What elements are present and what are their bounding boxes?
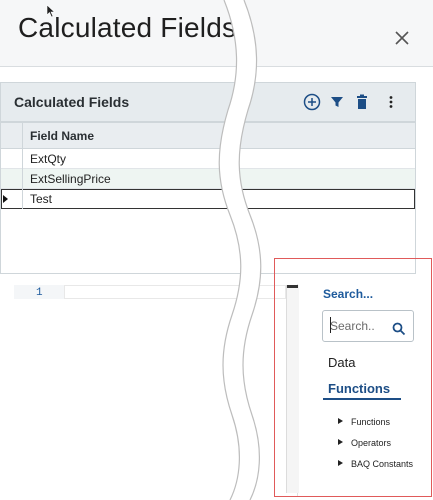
editor-scroll-thumb[interactable]	[287, 285, 298, 288]
expand-arrow-icon[interactable]	[338, 439, 343, 445]
panel-title: Calculated Fields	[14, 94, 130, 110]
tree-item-baq-constants[interactable]: BAQ Constants	[351, 459, 413, 469]
row-label: ExtQty	[30, 152, 67, 166]
row-selector[interactable]	[1, 169, 23, 189]
filter-icon[interactable]	[328, 93, 346, 111]
column-header-field-name[interactable]: Field Name	[30, 129, 94, 143]
editor-current-line[interactable]	[64, 285, 286, 299]
trash-icon[interactable]	[353, 93, 371, 111]
grid-header-selector	[1, 123, 23, 149]
tab-functions[interactable]: Functions	[328, 381, 390, 396]
close-icon[interactable]	[392, 28, 412, 48]
expand-arrow-icon[interactable]	[338, 460, 343, 466]
row-label: ExtSellingPrice	[30, 172, 111, 186]
table-row-selected[interactable]	[1, 189, 415, 209]
add-circle-icon[interactable]	[303, 93, 321, 111]
search-input[interactable]	[330, 318, 382, 334]
tab-data[interactable]: Data	[328, 355, 355, 370]
tree-item-functions[interactable]: Functions	[351, 417, 390, 427]
row-selector[interactable]	[1, 149, 23, 169]
search-link[interactable]: Search...	[323, 287, 373, 301]
current-row-indicator-icon	[3, 195, 8, 203]
tree-item-operators[interactable]: Operators	[351, 438, 391, 448]
editor-scrollbar[interactable]	[286, 285, 299, 493]
text-caret	[330, 317, 331, 333]
row-label: Test	[30, 192, 53, 206]
line-number: 1	[36, 287, 43, 299]
mouse-pointer-icon	[46, 4, 56, 18]
active-tab-indicator	[323, 398, 401, 400]
more-vertical-icon[interactable]	[382, 93, 400, 111]
code-editor[interactable]	[14, 284, 298, 496]
search-icon[interactable]	[392, 322, 406, 336]
expand-arrow-icon[interactable]	[338, 418, 343, 424]
